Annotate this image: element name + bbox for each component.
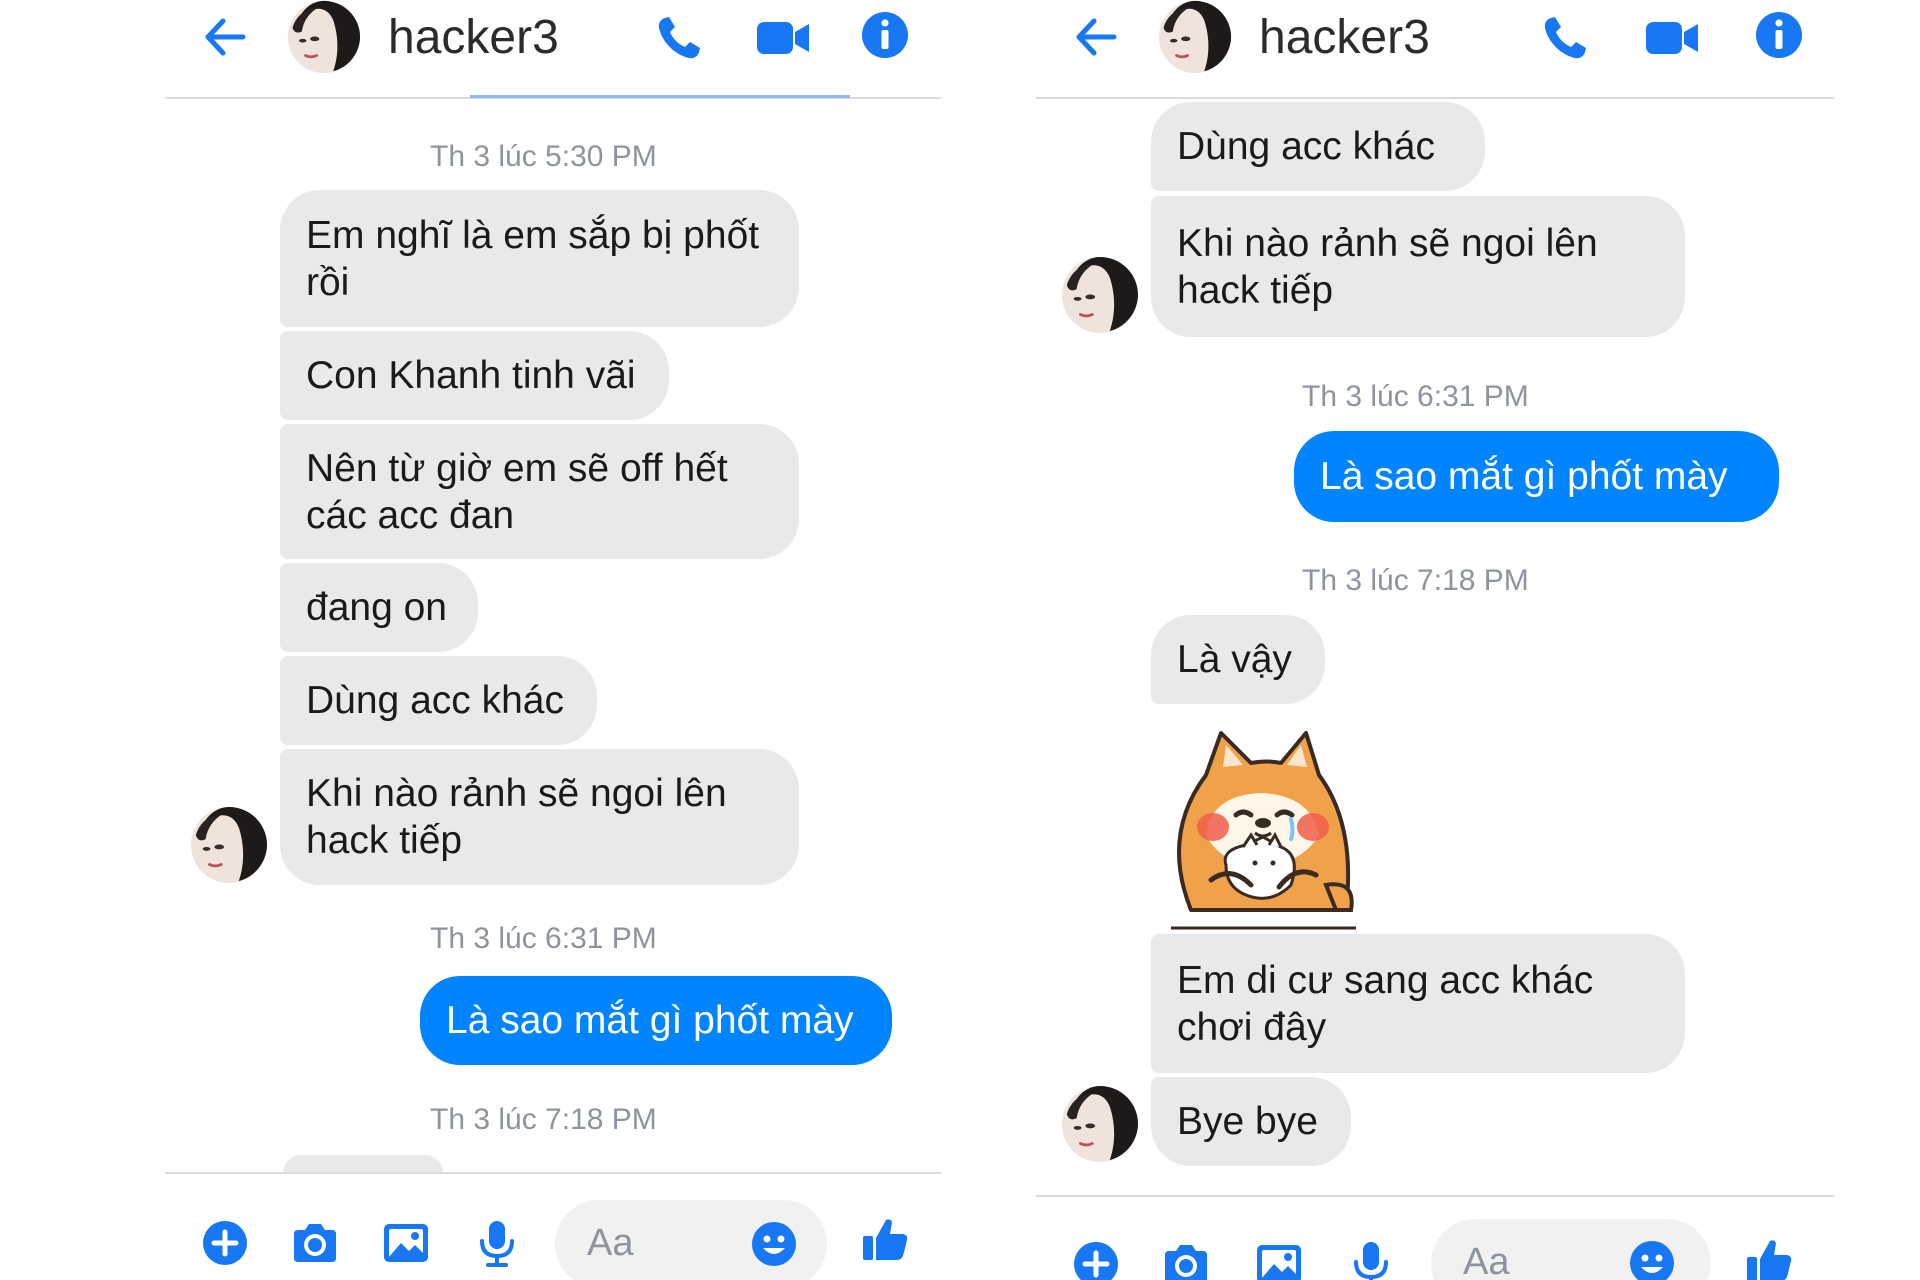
message-bubble-incoming[interactable]: Em nghĩ là em sắp bị phốt rồi (280, 190, 799, 327)
message-text: Dùng acc khác (306, 679, 564, 722)
camera-icon[interactable] (1161, 1239, 1211, 1280)
phone-call-icon[interactable] (655, 14, 703, 62)
message-input-placeholder: Aa (1463, 1241, 1510, 1280)
chat-header: hacker3 (165, 0, 941, 99)
message-input-placeholder: Aa (587, 1222, 634, 1264)
message-line: rồi (306, 260, 350, 304)
chat-panel-right: hacker3 Dùng acc khác Khi nào rảnh sẽ ng… (1036, 0, 1834, 1280)
message-bubble-incoming[interactable]: Em di cư sang acc khác chơi đây (1151, 934, 1685, 1073)
message-composer: Aa (165, 1172, 941, 1280)
message-line: Nên từ giờ em sẽ off hết (306, 446, 728, 490)
message-bubble-incoming[interactable]: Là vậy (1151, 615, 1325, 704)
message-input[interactable]: Aa (555, 1200, 827, 1280)
sender-avatar[interactable] (1061, 1085, 1139, 1163)
phone-call-icon[interactable] (1541, 14, 1589, 62)
sender-avatar[interactable] (190, 806, 268, 884)
shiba-dog-sticker[interactable] (1151, 715, 1371, 930)
message-line: Em di cư sang acc khác (1177, 958, 1594, 1002)
timestamp: Th 3 lúc 7:18 PM (430, 1103, 657, 1136)
chat-panel-left: hacker3 Th 3 lúc 5:30 PM Em nghĩ là em s… (165, 0, 941, 1280)
message-text: Là vậy (1177, 638, 1292, 681)
sender-avatar[interactable] (1061, 256, 1139, 334)
timestamp: Th 3 lúc 5:30 PM (430, 140, 657, 173)
message-bubble-incoming[interactable]: Khi nào rảnh sẽ ngoi lên hack tiếp (280, 749, 799, 885)
plus-icon[interactable] (200, 1218, 250, 1268)
message-input[interactable]: Aa (1431, 1219, 1711, 1280)
plus-icon[interactable] (1071, 1239, 1121, 1280)
contact-avatar[interactable] (285, 0, 363, 74)
contact-avatar[interactable] (1156, 0, 1234, 74)
message-bubble-incoming[interactable]: Bye bye (1151, 1077, 1351, 1166)
message-text: Là sao mắt gì phốt mày (446, 999, 854, 1042)
contact-name[interactable]: hacker3 (1259, 10, 1430, 66)
message-line: Khi nào rảnh sẽ ngoi lên (306, 772, 727, 815)
message-text: Con Khanh tinh vãi (306, 354, 636, 397)
message-bubble-incoming[interactable]: Dùng acc khác (1151, 102, 1485, 191)
loading-indicator (470, 95, 850, 98)
thumbs-up-icon[interactable] (860, 1214, 910, 1264)
message-text: Bye bye (1177, 1100, 1318, 1143)
info-icon[interactable] (860, 10, 910, 60)
emoji-icon[interactable] (1627, 1238, 1677, 1280)
camera-icon[interactable] (290, 1218, 340, 1268)
message-bubble-incoming-partial[interactable] (283, 1155, 443, 1173)
message-text: đang on (306, 586, 447, 629)
timestamp: Th 3 lúc 6:31 PM (430, 922, 657, 955)
back-arrow-icon[interactable] (1070, 12, 1120, 62)
message-line: hack tiếp (1177, 268, 1334, 312)
image-icon[interactable] (1254, 1239, 1304, 1280)
microphone-icon[interactable] (472, 1218, 522, 1268)
back-arrow-icon[interactable] (199, 12, 249, 62)
chat-header: hacker3 (1036, 0, 1834, 99)
info-icon[interactable] (1754, 10, 1804, 60)
message-line: Khi nào rảnh sẽ ngoi lên (1177, 221, 1598, 265)
message-line: chơi đây (1177, 1005, 1327, 1049)
message-bubble-incoming[interactable]: Nên từ giờ em sẽ off hết các acc đan (280, 424, 799, 559)
message-line: hack tiếp (306, 819, 463, 862)
timestamp: Th 3 lúc 7:18 PM (1302, 564, 1529, 597)
message-bubble-incoming[interactable]: Khi nào rảnh sẽ ngoi lên hack tiếp (1151, 196, 1685, 337)
image-icon[interactable] (381, 1218, 431, 1268)
contact-name[interactable]: hacker3 (388, 10, 559, 66)
emoji-icon[interactable] (749, 1219, 799, 1269)
message-text: Là sao mắt gì phốt mày (1320, 455, 1728, 498)
message-composer: Aa (1036, 1195, 1834, 1280)
video-call-icon[interactable] (1644, 18, 1700, 58)
message-text: Dùng acc khác (1177, 125, 1435, 168)
message-line: các acc đan (306, 493, 515, 537)
video-call-icon[interactable] (755, 18, 811, 58)
message-bubble-outgoing[interactable]: Là sao mắt gì phốt mày (1294, 431, 1779, 522)
message-bubble-incoming[interactable]: đang on (280, 563, 478, 652)
message-bubble-outgoing[interactable]: Là sao mắt gì phốt mày (420, 976, 892, 1065)
microphone-icon[interactable] (1346, 1239, 1396, 1280)
thumbs-up-icon[interactable] (1744, 1235, 1794, 1280)
message-line: Em nghĩ là em sắp bị phốt (306, 213, 760, 257)
message-bubble-incoming[interactable]: Con Khanh tinh vãi (280, 331, 669, 420)
timestamp: Th 3 lúc 6:31 PM (1302, 380, 1529, 413)
message-bubble-incoming[interactable]: Dùng acc khác (280, 656, 597, 745)
